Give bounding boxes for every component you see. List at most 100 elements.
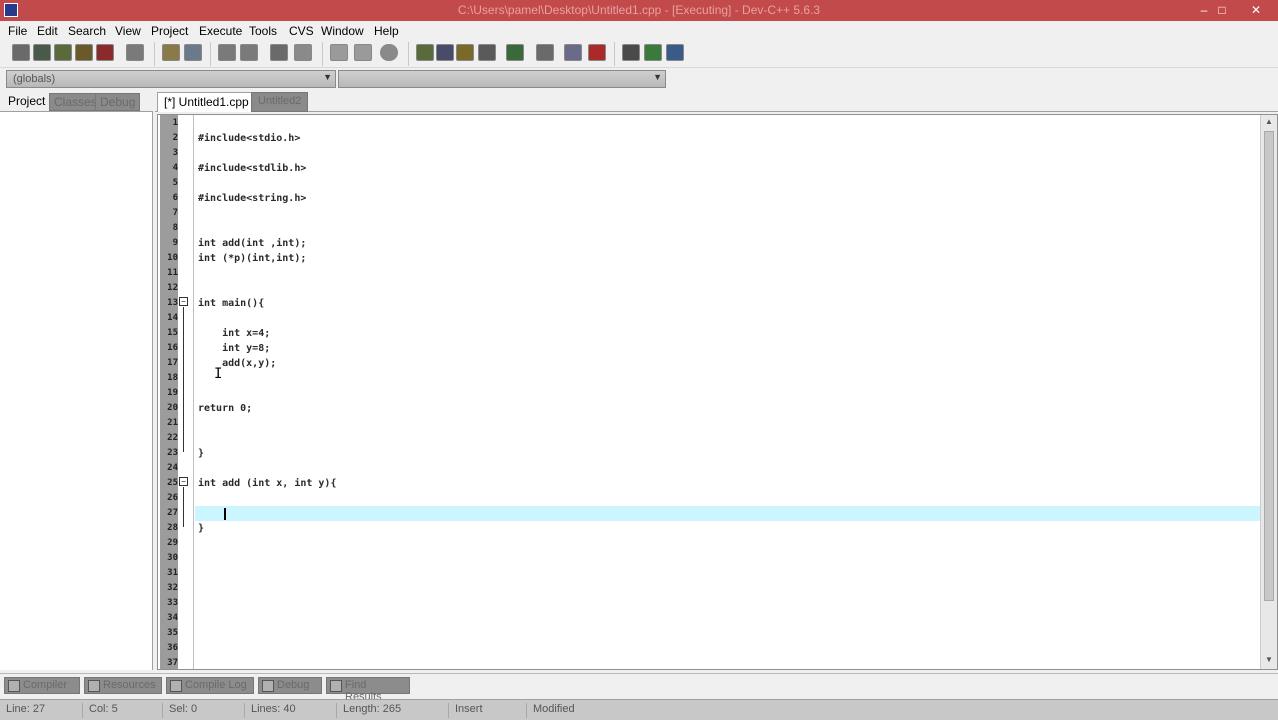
- menu-help[interactable]: Help: [374, 24, 399, 38]
- menu-window[interactable]: Window: [321, 24, 364, 38]
- replace-icon[interactable]: [240, 44, 258, 61]
- status-sel: Sel: 0: [162, 703, 242, 718]
- line-number: 10: [167, 253, 178, 263]
- goto-icon[interactable]: [270, 44, 288, 61]
- menu-file[interactable]: File: [8, 24, 27, 38]
- code-line[interactable]: }: [198, 523, 204, 538]
- close-file-icon[interactable]: [96, 44, 114, 61]
- menu-cvs[interactable]: CVS: [289, 24, 314, 38]
- status-insert: Insert: [448, 703, 524, 718]
- insert-icon[interactable]: [644, 44, 662, 61]
- fold-add-icon[interactable]: −: [179, 477, 188, 486]
- code-line[interactable]: int add(int ,int);: [198, 238, 306, 253]
- code-editor[interactable]: 1 2 3 4 5 6 7 8 9 10 11 12 13 14 15 16 17 18 19 20 21 22 23 24 2…: [157, 114, 1278, 670]
- menu-project[interactable]: Project: [151, 24, 188, 38]
- tab-find-results[interactable]: Find Results: [326, 677, 410, 703]
- line-number: 4: [172, 163, 178, 173]
- scroll-up-icon[interactable]: ▲: [1263, 117, 1275, 129]
- scroll-down-icon[interactable]: ▼: [1263, 655, 1275, 667]
- profile-icon[interactable]: [564, 44, 582, 61]
- globals-combo[interactable]: (globals) ▼: [6, 70, 336, 88]
- chevron-down-icon: ▼: [323, 72, 332, 82]
- code-line[interactable]: #include<stdlib.h>: [198, 163, 306, 178]
- line-number: 29: [167, 538, 178, 548]
- menu-view[interactable]: View: [115, 24, 141, 38]
- line-number: 6: [172, 193, 178, 203]
- code-line[interactable]: [198, 508, 222, 523]
- line-number: 21: [167, 418, 178, 428]
- find-icon[interactable]: [218, 44, 236, 61]
- code-line[interactable]: int x=4;: [198, 328, 270, 343]
- toggle-icon[interactable]: [666, 44, 684, 61]
- compile-run-icon[interactable]: [456, 44, 474, 61]
- undo-icon[interactable]: [162, 44, 180, 61]
- tab-compile-log[interactable]: Compile Log: [166, 677, 254, 694]
- tab-compiler[interactable]: Compiler: [4, 677, 80, 694]
- menu-edit[interactable]: Edit: [37, 24, 58, 38]
- function-combo[interactable]: ▼: [338, 70, 666, 88]
- toggle-bookmark-icon[interactable]: [294, 44, 312, 61]
- line-number: 25: [167, 478, 178, 488]
- tab-classes[interactable]: Classes: [49, 93, 102, 111]
- close-button[interactable]: ✕: [1244, 2, 1268, 18]
- new-class-icon[interactable]: [622, 44, 640, 61]
- title-bar: C:\Users\pamel\Desktop\Untitled1.cpp - […: [0, 0, 1278, 21]
- line-number: 13: [167, 298, 178, 308]
- tab-debug[interactable]: Debug: [95, 93, 141, 111]
- remove-from-project-icon[interactable]: [380, 44, 398, 61]
- maximize-button[interactable]: □: [1210, 2, 1234, 18]
- code-line[interactable]: int main(){: [198, 298, 264, 313]
- vertical-scrollbar[interactable]: ▲ ▼: [1260, 115, 1277, 669]
- save-all-icon[interactable]: [75, 44, 93, 61]
- code-line[interactable]: return 0;: [198, 403, 252, 418]
- compile-icon[interactable]: [416, 44, 434, 61]
- code-line[interactable]: #include<string.h>: [198, 193, 306, 208]
- menu-search[interactable]: Search: [68, 24, 106, 38]
- menu-execute[interactable]: Execute: [199, 24, 242, 38]
- new-project-icon[interactable]: [330, 44, 348, 61]
- stop-execution-icon[interactable]: [588, 44, 606, 61]
- tab-untitled1[interactable]: [*] Untitled1.cpp: [157, 92, 256, 112]
- line-number: 36: [167, 643, 178, 653]
- code-line[interactable]: add(x,y);: [198, 358, 276, 373]
- editor-tabs: [*] Untitled1.cpp Untitled2: [155, 90, 1278, 112]
- line-number: 30: [167, 553, 178, 563]
- print-icon[interactable]: [126, 44, 144, 61]
- menu-bar: File Edit Search View Project Execute To…: [0, 21, 1278, 40]
- tab-project[interactable]: Project: [4, 93, 49, 111]
- run-icon[interactable]: [436, 44, 454, 61]
- line-number: 8: [172, 223, 178, 233]
- redo-icon[interactable]: [184, 44, 202, 61]
- syntax-check-icon[interactable]: [506, 44, 524, 61]
- line-number: 2: [172, 133, 178, 143]
- tab-untitled2[interactable]: Untitled2: [251, 92, 309, 112]
- code-line[interactable]: int (*p)(int,int);: [198, 253, 306, 268]
- tab-debug-output[interactable]: Debug: [258, 677, 322, 694]
- compile-log-icon: [170, 680, 182, 692]
- new-file-icon[interactable]: [12, 44, 30, 61]
- menu-tools[interactable]: Tools: [249, 24, 277, 38]
- compiler-toolbar: (globals) ▼ ▼: [0, 68, 1278, 90]
- chevron-down-icon: ▼: [653, 72, 662, 82]
- code-line[interactable]: int y=8;: [198, 343, 270, 358]
- open-file-icon[interactable]: [33, 44, 51, 61]
- code-line[interactable]: int add (int x, int y){: [198, 478, 336, 493]
- status-line: Line: 27: [6, 703, 46, 715]
- code-line[interactable]: #include<stdio.h>: [198, 133, 300, 148]
- line-number: 32: [167, 583, 178, 593]
- scroll-thumb[interactable]: [1264, 131, 1274, 601]
- tab-resources[interactable]: Resources: [84, 677, 162, 694]
- save-icon[interactable]: [54, 44, 72, 61]
- fold-main-icon[interactable]: −: [179, 297, 188, 306]
- code-line[interactable]: }: [198, 448, 204, 463]
- status-lines: Lines: 40: [244, 703, 334, 718]
- project-panel: Project Classes Debug: [0, 90, 153, 670]
- rebuild-icon[interactable]: [478, 44, 496, 61]
- bottom-panel-tabs: Compiler Resources Compile Log Debug Fin…: [0, 673, 1278, 703]
- debug-icon[interactable]: [536, 44, 554, 61]
- add-to-project-icon[interactable]: [354, 44, 372, 61]
- line-number: 26: [167, 493, 178, 503]
- find-results-icon: [330, 680, 342, 692]
- line-number: 18: [167, 373, 178, 383]
- line-number: 7: [172, 208, 178, 218]
